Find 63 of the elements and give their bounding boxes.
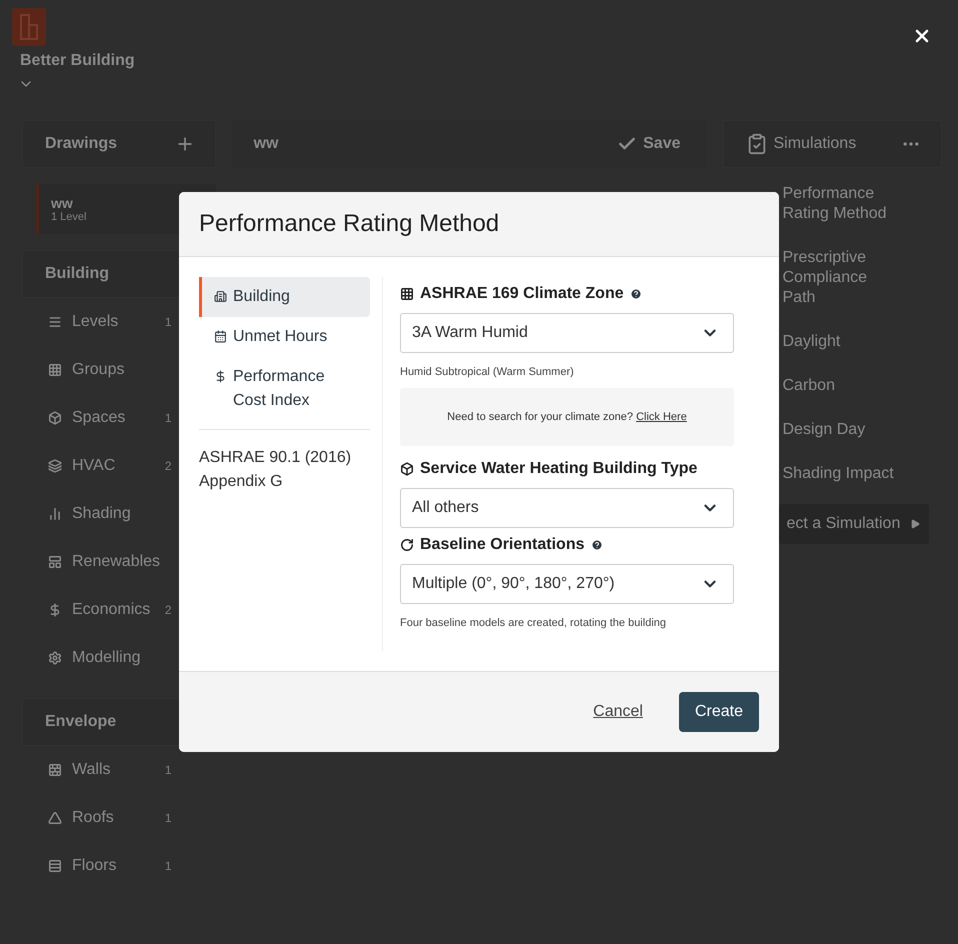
dropdown[interactable]: All others	[400, 488, 734, 528]
run-simulation-button[interactable]: ect a Simulation	[778, 504, 928, 544]
nav-icon	[214, 290, 227, 303]
section-title: Simulations	[774, 135, 856, 153]
item-icon	[48, 763, 62, 777]
item-icon	[48, 811, 62, 825]
info-text: Need to search for your climate zone? Click Here	[447, 411, 687, 423]
help-icon[interactable]	[590, 539, 602, 551]
click-here-link[interactable]: Click Here	[636, 411, 687, 423]
field-icon	[400, 462, 414, 476]
logo-icon	[12, 8, 46, 46]
sidebar-item[interactable]: Floors 1	[22, 842, 216, 890]
simulation-item[interactable]: Carbon	[782, 376, 902, 396]
sidebar-item[interactable]: Shading	[22, 490, 216, 538]
count-label: 1	[164, 859, 172, 873]
nav-icon	[214, 370, 227, 383]
item-icon	[48, 651, 62, 665]
simulation-item[interactable]: Daylight	[782, 332, 902, 352]
field-icon	[400, 287, 414, 301]
simulation-item[interactable]: Shading Impact	[782, 464, 902, 484]
field-label: Service Water Heating Building Type	[420, 460, 698, 478]
section-title: Drawings	[45, 135, 118, 153]
save-button[interactable]: Save	[611, 133, 686, 155]
brand-name: Better Building	[20, 52, 136, 70]
section-title: Envelope	[45, 713, 116, 731]
count-label: 1	[164, 811, 172, 825]
item-icon	[48, 555, 62, 569]
item-icon	[48, 459, 62, 473]
item-icon	[48, 363, 62, 377]
standard-label: ASHRAE 90.1 (2016) Appendix G	[199, 448, 352, 492]
nav-tab[interactable]: Building	[199, 277, 370, 317]
field-note: Humid Subtropical (Warm Summer)	[400, 366, 575, 378]
field-note: Four baseline models are created, rotating the building	[400, 617, 667, 629]
sidebar-item[interactable]: Modelling	[22, 634, 216, 682]
dropdown[interactable]: 3A Warm Humid	[400, 313, 734, 353]
create-button[interactable]: Create	[678, 692, 759, 732]
play-icon	[910, 517, 920, 531]
item-icon	[48, 507, 62, 521]
field-icon	[400, 538, 414, 552]
dropdown[interactable]: Multiple (0°, 90°, 180°, 270°)	[400, 564, 734, 604]
item-icon	[48, 411, 62, 425]
count-label: 1	[164, 763, 172, 777]
count-label: 1	[164, 315, 172, 329]
sidebar-item[interactable]: Walls 1	[22, 746, 216, 794]
simulation-item[interactable]: Performance Rating Method	[782, 184, 902, 224]
drawing-title: ww	[254, 135, 278, 153]
count-label: 2	[164, 459, 172, 473]
field-label: Baseline Orientations	[420, 536, 584, 554]
count-label: 2	[164, 603, 172, 617]
field-label: ASHRAE 169 Climate Zone	[420, 285, 624, 303]
help-icon[interactable]	[630, 288, 642, 300]
item-icon	[48, 603, 62, 617]
nav-icon	[214, 330, 227, 343]
simulation-item[interactable]: Prescriptive Compliance Path	[782, 248, 902, 308]
sidebar-item[interactable]: Economics 2	[22, 586, 216, 634]
cancel-button[interactable]: Cancel	[587, 702, 649, 722]
simulation-item[interactable]: Design Day	[782, 420, 902, 440]
item-icon	[48, 315, 62, 329]
item-icon	[48, 859, 62, 873]
count-label: 1	[164, 411, 172, 425]
section-title: Building	[45, 265, 109, 283]
sidebar-item[interactable]: Roofs 1	[22, 794, 216, 842]
sidebar-item[interactable]: Renewables	[22, 538, 216, 586]
